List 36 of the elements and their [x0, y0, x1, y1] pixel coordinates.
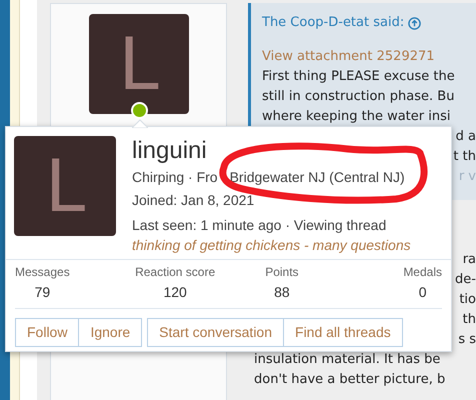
stat-value: 88 [274, 283, 290, 302]
post-text: de- [455, 271, 476, 289]
quote-text: still in construction phase. Bu [262, 88, 456, 106]
action-button[interactable]: Find all threads [284, 318, 403, 347]
post-text: insulation material. It has be [253, 351, 442, 369]
attachment-link[interactable]: View attachment 2529271 [262, 47, 476, 67]
last-seen: Last seen: 1 minute ago · Viewing thread [132, 216, 388, 235]
avatar[interactable]: L [88, 14, 188, 114]
jump-to-quote-icon[interactable] [408, 16, 422, 30]
stat-label: Messages [15, 264, 70, 281]
post-text: s s [458, 331, 476, 349]
quote-text: where keeping the water insi [262, 108, 452, 126]
quote-author: The Coop-D-etat said: [262, 14, 404, 32]
user-location: Bridgewater NJ (Central NJ) [230, 169, 405, 185]
avatar[interactable]: L [14, 136, 116, 236]
stat-label: Reaction score [135, 264, 216, 281]
action-button[interactable]: Ignore [79, 318, 142, 347]
action-button[interactable]: Follow [15, 318, 80, 347]
stat-value: 79 [34, 283, 50, 302]
stat-label: Medals [403, 264, 442, 281]
quote-text: r v [458, 168, 476, 186]
username[interactable]: linguini [132, 136, 207, 166]
stat-value: 0 [418, 283, 427, 302]
action-button[interactable]: Start conversation [147, 318, 284, 347]
stat-value: 120 [163, 283, 187, 302]
status-message[interactable]: thinking of getting chickens - many questions [132, 237, 411, 253]
post-text: don't have a better picture, b [253, 371, 446, 389]
quote-text: d a [456, 128, 476, 146]
user-title: Chirping · Fro [132, 168, 218, 187]
post-text: th [462, 311, 476, 329]
post-text: tio [459, 291, 476, 309]
stat-label: Points [265, 264, 299, 281]
quote-text: t th [453, 148, 476, 166]
post-text: ra [462, 251, 476, 269]
joined-date: Joined: Jan 8, 2021 [132, 191, 256, 210]
quote-text: First thing PLEASE excuse the [262, 68, 456, 86]
